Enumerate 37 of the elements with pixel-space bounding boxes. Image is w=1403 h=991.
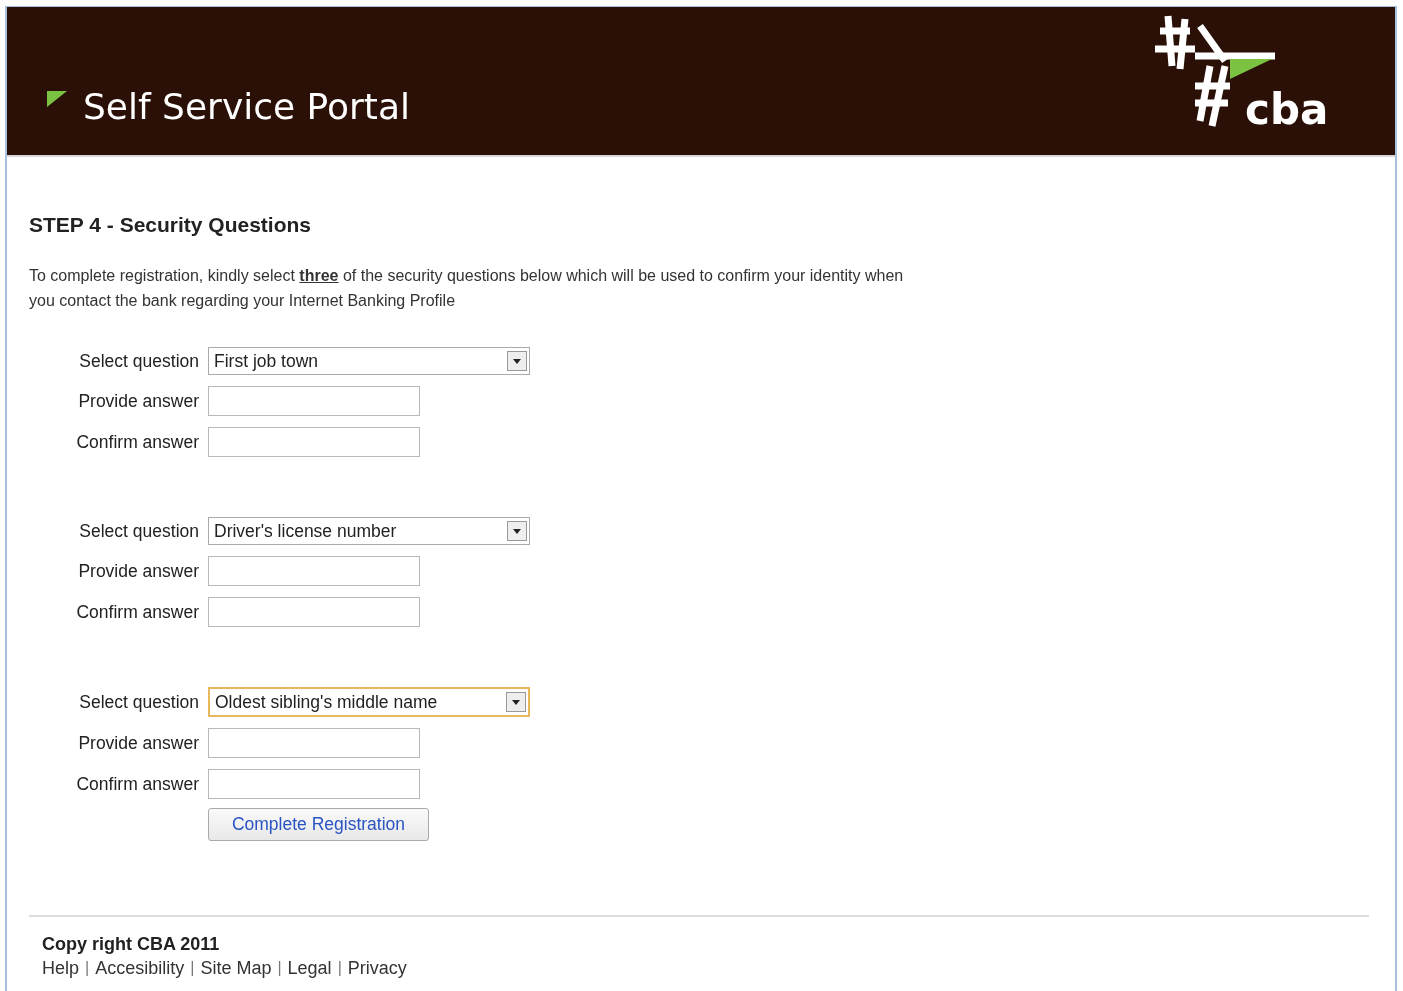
answer-field[interactable] [208, 556, 420, 586]
confirm-answer-field[interactable] [208, 769, 420, 799]
field-label: Confirm answer [75, 773, 199, 795]
answer-field[interactable] [208, 728, 420, 758]
confirm-answer-field[interactable] [208, 597, 420, 627]
question-select[interactable]: First job town [208, 347, 530, 375]
copyright-text: Copy right CBA 2011 [42, 933, 221, 955]
field-label: Provide answer [77, 390, 199, 412]
caret-icon [507, 351, 527, 371]
separator: | [277, 958, 282, 978]
footer-link[interactable]: Site Map [200, 955, 272, 981]
field-label: Confirm answer [75, 601, 199, 623]
intro-text: To complete registration, kindly select three of the security questions below which will be used to confirm your identity when you contact the bank regarding your Internet Banking Profile [29, 266, 905, 311]
footer-link[interactable]: Help [42, 955, 80, 981]
field-label: Select question [78, 520, 199, 542]
caret-icon [506, 692, 526, 712]
caret-icon [507, 521, 527, 541]
logo-text: cba [1245, 87, 1329, 133]
separator: | [337, 958, 342, 978]
step-heading: STEP 4 - Security Questions [29, 212, 313, 238]
portal-title: Self Service Portal [83, 87, 411, 127]
separator: | [85, 958, 90, 978]
field-label: Provide answer [77, 560, 199, 582]
field-label: Provide answer [77, 732, 199, 754]
triangle-icon [47, 91, 67, 107]
field-label: Select question [78, 691, 199, 713]
footer-link[interactable]: Privacy [347, 955, 407, 981]
field-label: Confirm answer [75, 431, 199, 453]
answer-field[interactable] [208, 386, 420, 416]
question-select[interactable]: Driver's license number [208, 517, 530, 545]
footer-link[interactable]: Legal [287, 955, 332, 981]
footer-link[interactable]: Accesibility [95, 955, 185, 981]
separator: | [190, 958, 195, 978]
question-select[interactable]: Oldest sibling's middle name [208, 687, 530, 717]
complete-registration-button[interactable]: Complete Registration [208, 808, 429, 841]
confirm-answer-field[interactable] [208, 427, 420, 457]
field-label: Select question [78, 350, 199, 372]
